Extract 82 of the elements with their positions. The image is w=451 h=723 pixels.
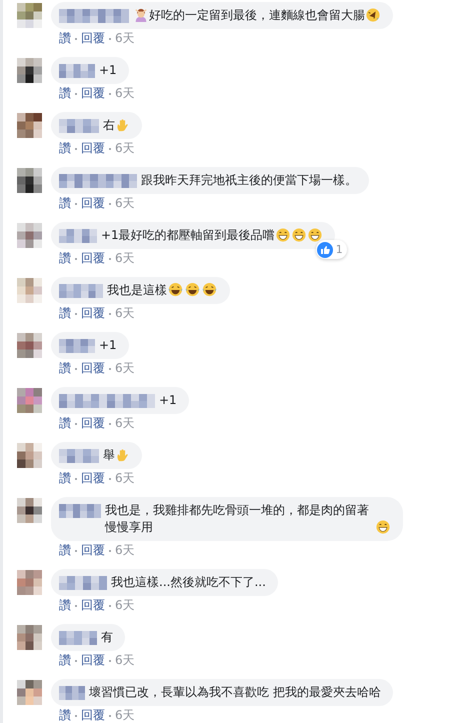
- like-link[interactable]: 讚: [59, 543, 71, 558]
- blurred-name[interactable]: [59, 64, 95, 78]
- comment-time: 6天: [115, 251, 135, 266]
- grinning-face-icon: [308, 228, 322, 242]
- blurred-name[interactable]: [59, 449, 99, 463]
- comment-text: +1: [99, 62, 117, 79]
- thumbs-up-icon: [316, 242, 333, 258]
- comment-time: 6天: [115, 598, 135, 613]
- blurred-name[interactable]: [59, 174, 137, 188]
- reply-link[interactable]: 回覆: [81, 141, 105, 156]
- like-link[interactable]: 讚: [59, 598, 71, 613]
- avatar[interactable]: [17, 168, 42, 193]
- comment-text: 跟我昨天拜完地祇主後的便當下場一樣。: [141, 172, 357, 189]
- grinning-face-icon: [376, 520, 390, 534]
- blurred-name[interactable]: [59, 229, 97, 243]
- avatar[interactable]: [17, 498, 42, 523]
- avatar[interactable]: [17, 443, 42, 468]
- comment-time: 6天: [115, 708, 135, 723]
- comment-time: 6天: [115, 196, 135, 211]
- avatar[interactable]: [17, 58, 42, 83]
- comment-text: +1: [159, 392, 177, 409]
- comment-time: 6天: [115, 86, 135, 101]
- like-link[interactable]: 讚: [59, 196, 71, 211]
- comment-time: 6天: [115, 306, 135, 321]
- like-link[interactable]: 讚: [59, 251, 71, 266]
- blurred-name[interactable]: [59, 576, 107, 590]
- comment-time: 6天: [115, 471, 135, 486]
- raised-hand-icon: [116, 448, 129, 462]
- reply-link[interactable]: 回覆: [81, 708, 105, 723]
- comment-time: 6天: [115, 653, 135, 668]
- like-link[interactable]: 讚: [59, 471, 71, 486]
- reply-link[interactable]: 回覆: [81, 471, 105, 486]
- comment-time: 6天: [115, 416, 135, 431]
- comment-text: +1最好吃的都壓軸留到最後品嚐: [101, 227, 275, 244]
- like-link[interactable]: 讚: [59, 306, 71, 321]
- grinning-face-icon: [292, 228, 306, 242]
- laughing-tears-icon: [202, 282, 217, 297]
- woman-gesture-icon: [134, 8, 148, 22]
- like-link[interactable]: 讚: [59, 416, 71, 431]
- reply-link[interactable]: 回覆: [81, 86, 105, 101]
- comment-text: +1: [99, 337, 117, 354]
- blurred-name[interactable]: [59, 504, 101, 518]
- comment-text: 舉: [103, 447, 115, 464]
- reply-link[interactable]: 回覆: [81, 196, 105, 211]
- like-link[interactable]: 讚: [59, 708, 71, 723]
- comment-time: 6天: [115, 141, 135, 156]
- like-link[interactable]: 讚: [59, 653, 71, 668]
- like-link[interactable]: 讚: [59, 141, 71, 156]
- like-link[interactable]: 讚: [59, 31, 71, 46]
- comment-text: 好吃的一定留到最後，連麵線也會留大腸: [149, 7, 365, 24]
- laughing-tears-icon: [168, 282, 183, 297]
- comment-time: 6天: [115, 361, 135, 376]
- laughing-tears-icon: [185, 282, 200, 297]
- reply-link[interactable]: 回覆: [81, 306, 105, 321]
- reply-link[interactable]: 回覆: [81, 251, 105, 266]
- reply-link[interactable]: 回覆: [81, 543, 105, 558]
- reply-link[interactable]: 回覆: [81, 31, 105, 46]
- comment-text: 我也這樣...然後就吃不下了...: [111, 574, 266, 591]
- blurred-name[interactable]: [59, 686, 85, 700]
- comment-text: 右: [103, 117, 115, 134]
- comment-text: 壞習慣已改，長輩以為我不喜歡吃 把我的最愛夾去哈哈: [89, 684, 381, 701]
- blurred-name[interactable]: [59, 339, 95, 353]
- blurred-name[interactable]: [59, 284, 103, 298]
- grinning-face-icon: [276, 228, 290, 242]
- reply-link[interactable]: 回覆: [81, 653, 105, 668]
- raised-hand-icon: [116, 118, 129, 132]
- blurred-name[interactable]: [59, 119, 99, 133]
- blurred-name[interactable]: [59, 9, 129, 23]
- comment-text: 有: [101, 629, 113, 646]
- reply-link[interactable]: 回覆: [81, 598, 105, 613]
- reply-link[interactable]: 回覆: [81, 361, 105, 376]
- comment-text: 我也是，我雞排都先吃骨頭一堆的，都是肉的留著慢慢享用: [105, 502, 370, 536]
- comment-time: 6天: [115, 543, 135, 558]
- like-link[interactable]: 讚: [59, 86, 71, 101]
- avatar[interactable]: [17, 113, 42, 138]
- blurred-name[interactable]: [59, 394, 155, 408]
- reaction-count: 1: [336, 242, 343, 258]
- blurred-name[interactable]: [59, 631, 97, 645]
- like-link[interactable]: 讚: [59, 361, 71, 376]
- comment-text: 我也是這樣: [107, 282, 167, 299]
- comment-time: 6天: [115, 31, 135, 46]
- reply-link[interactable]: 回覆: [81, 416, 105, 431]
